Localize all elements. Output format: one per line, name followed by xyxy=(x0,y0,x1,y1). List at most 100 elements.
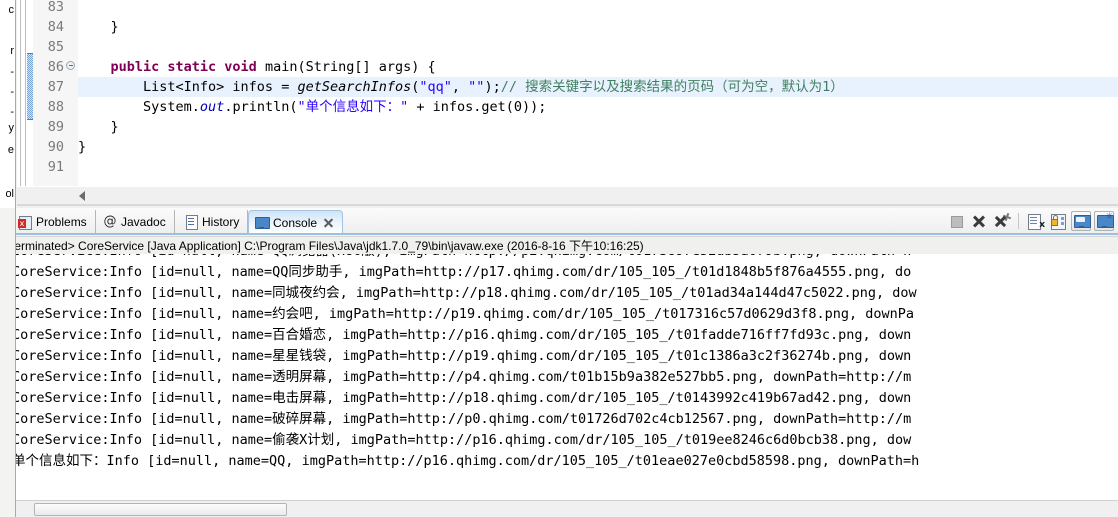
display-selected-console-button[interactable]: ✳ xyxy=(1094,211,1114,231)
quick-diff-divider xyxy=(25,0,26,186)
left-fragment: e xyxy=(7,144,14,156)
line-number: 85 xyxy=(47,39,64,55)
code-line[interactable]: } xyxy=(78,17,119,37)
left-panel-edge: c r - - - y e ol xyxy=(0,0,16,210)
code-line-highlighted[interactable]: List<Info> infos = getSearchInfos("qq", … xyxy=(78,77,844,97)
source-code[interactable]: } public static void main(String[] args)… xyxy=(78,0,1118,186)
tab-label: Javadoc xyxy=(121,215,166,229)
asterisk-icon: ✳ xyxy=(1105,212,1113,222)
left-fragment: - xyxy=(10,106,14,118)
code-token: + infos.get(0)); xyxy=(408,99,547,115)
console-output[interactable]: CoreService:Info [id=null, name=QQ浏览器(x8… xyxy=(0,254,1118,500)
tab-problems[interactable]: Problems xyxy=(12,210,96,234)
line-number: 91 xyxy=(47,159,64,175)
editor-bottom-divider xyxy=(17,204,1118,206)
collapse-fold-icon[interactable] xyxy=(66,61,75,70)
code-line[interactable]: System.out.println("单个信息如下：" + infos.get… xyxy=(78,97,546,117)
line-number: 88 xyxy=(47,99,64,115)
code-token: ); xyxy=(484,79,501,95)
line-number: 84 xyxy=(47,19,64,35)
editor-horizontal-scrollbar[interactable] xyxy=(17,186,1118,204)
left-fragment: ol xyxy=(5,188,14,200)
tab-label: Problems xyxy=(36,215,87,229)
sparkle-icon xyxy=(1001,211,1013,223)
left-fragment: - xyxy=(10,86,14,98)
code-method: getSearchInfos xyxy=(297,79,412,95)
line-number: 83 xyxy=(47,0,64,15)
x-mark-icon: x xyxy=(1039,220,1045,230)
javadoc-icon: @ xyxy=(103,214,117,229)
remove-launch-button[interactable] xyxy=(969,211,989,231)
console-line: CoreService:Info [id=null, name=约会吧, img… xyxy=(12,306,915,322)
console-line: CoreService:Info [id=null, name=星星钱袋, im… xyxy=(12,348,912,364)
remove-all-terminated-button[interactable] xyxy=(992,211,1013,231)
left-fragment: r xyxy=(10,45,14,57)
console-line: CoreService:Info [id=null, name=偷袭X计划, i… xyxy=(12,432,912,448)
console-line: CoreService:Info [id=null, name=透明屏幕, im… xyxy=(12,369,912,385)
code-field: out xyxy=(199,99,225,115)
console-ruler-divider-2 xyxy=(8,254,9,500)
history-icon xyxy=(184,215,198,230)
eclipse-ide-window: c r - - - y e ol 83 84 85 86 87 88 89 90… xyxy=(0,0,1118,517)
code-comment: // 搜索关键字以及搜索结果的页码（可为空，默认为1） xyxy=(500,79,844,95)
clear-console-button[interactable]: x xyxy=(1025,211,1045,231)
code-line[interactable]: } xyxy=(78,117,119,137)
code-keyword: public static void xyxy=(110,59,265,75)
line-number: 89 xyxy=(47,119,64,135)
speech-bubble-icon xyxy=(1076,217,1085,222)
console-horizontal-scrollbar[interactable] xyxy=(0,500,1118,517)
line-number: 86 xyxy=(47,59,64,75)
line-number: 87 xyxy=(47,79,64,95)
tab-javadoc[interactable]: @ Javadoc xyxy=(97,210,175,234)
launch-status-line: <terminated> CoreService [Java Applicati… xyxy=(0,236,1118,254)
tab-history[interactable]: History xyxy=(178,210,249,234)
code-string: "" xyxy=(468,79,485,95)
active-tab-underline xyxy=(0,233,1118,235)
console-line: CoreService:Info [id=null, name=QQ同步助手, … xyxy=(12,264,912,280)
tab-label: History xyxy=(202,215,240,229)
scrollbar-thumb[interactable] xyxy=(34,503,287,516)
code-token: , xyxy=(451,79,469,95)
scroll-lock-button[interactable] xyxy=(1048,211,1068,231)
console-line: CoreService:Info [id=null, name=电击屏幕, im… xyxy=(12,390,912,406)
console-icon xyxy=(255,216,270,230)
annotation-ruler-divider xyxy=(20,0,21,186)
close-icon[interactable] xyxy=(323,217,334,228)
code-string: "单个信息如下：" xyxy=(297,99,409,115)
left-fragment: y xyxy=(8,122,15,134)
tab-label: Console xyxy=(273,215,318,230)
code-string: "qq" xyxy=(419,79,452,95)
code-token: } xyxy=(78,19,119,35)
code-line[interactable]: } xyxy=(78,137,86,157)
left-fragment: - xyxy=(10,66,14,78)
view-tab-bar: Problems @ Javadoc History Console x xyxy=(0,208,1118,235)
console-line: CoreService:Info [id=null, name=百合婚恋, im… xyxy=(12,327,912,343)
console-toolbar: x ✳ xyxy=(946,210,1114,232)
console-line: CoreService:Info [id=null, name=破碎屏幕, im… xyxy=(12,411,912,427)
lock-body-icon xyxy=(1051,219,1058,226)
code-token: } xyxy=(78,139,87,155)
left-fragment: c xyxy=(8,4,15,16)
console-line: CoreService:Info [id=null, name=QQ浏览器(x8… xyxy=(12,254,911,262)
lock-dots-icon xyxy=(1061,217,1064,220)
code-token: System. xyxy=(78,99,200,115)
pin-console-button[interactable] xyxy=(1071,211,1091,231)
console-ruler-divider xyxy=(4,254,5,500)
console-line: 单个信息如下：Info [id=null, name=QQ, imgPath=h… xyxy=(12,453,920,469)
line-number: 90 xyxy=(47,139,64,155)
tab-console[interactable]: Console xyxy=(248,210,344,234)
scroll-left-arrow-icon[interactable] xyxy=(79,191,85,201)
code-token: List<Info> infos = xyxy=(78,79,298,95)
problems-icon xyxy=(18,215,32,230)
terminate-button[interactable] xyxy=(946,211,966,231)
editor-text-area[interactable]: 83 84 85 86 87 88 89 90 91 } public stat… xyxy=(17,0,1118,186)
code-line[interactable]: public static void main(String[] args) { xyxy=(78,57,436,77)
code-editor[interactable]: 83 84 85 86 87 88 89 90 91 } public stat… xyxy=(17,0,1118,206)
console-line: CoreService:Info [id=null, name=同城夜约会, i… xyxy=(12,285,917,301)
document-lines-icon xyxy=(1030,217,1037,218)
line-number-ruler: 83 84 85 86 87 88 89 90 91 xyxy=(33,0,78,186)
code-token: } xyxy=(78,119,119,135)
toolbar-separator xyxy=(1018,213,1019,229)
code-token: main(String[] args) { xyxy=(264,59,436,75)
